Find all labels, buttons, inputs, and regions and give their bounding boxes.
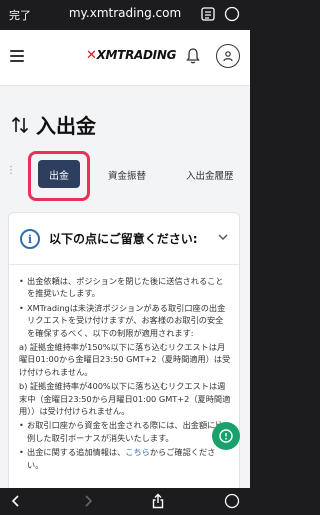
tab-history[interactable]: 入出金履歴 <box>186 168 234 182</box>
avatar-button[interactable] <box>216 44 240 68</box>
user-icon <box>223 51 233 62</box>
notice-item-more-info: 出金に関する追加情報は、こちらからご確認ください。 <box>19 446 231 471</box>
tab-withdraw[interactable]: 出金 <box>38 160 80 188</box>
site-header: ✕XMTRADING <box>0 30 250 86</box>
reader-mode-icon[interactable] <box>200 6 216 22</box>
forward-arrow-icon[interactable] <box>80 493 96 509</box>
notice-sub-item: b) 証拠金維持率が400%以下に落ち込むリクエストは週末中（金曜日23:50か… <box>19 381 231 417</box>
notice-item: 出金依頼は、ポジションを閉じた後に送信されることを推奨いたします。 <box>19 275 231 300</box>
notice-text: 出金に関する追加情報は、 <box>27 447 126 458</box>
notice-item: XMTradingは未決済ポジションがある取引口座の出金リクエストを受け付けます… <box>19 302 231 339</box>
browser-top-bar: 完了 my.xmtrading.com <box>0 0 250 30</box>
here-link[interactable]: こちら <box>125 447 150 457</box>
logo-x-mark: ✕ <box>86 48 97 63</box>
notice-sub-item: a) 証拠金維持率が150%以下に落ち込むリクエストは月曜日01:00から金曜日… <box>19 342 231 377</box>
chat-icon <box>219 429 233 443</box>
notice-body: 出金依頼は、ポジションを閉じた後に送信されることを推奨いたします。 XMTrad… <box>19 275 231 473</box>
notice-item: お取引口座から資金を出金される際には、出金額に比例した取引ボーナスが消失いたしま… <box>19 419 231 444</box>
info-icon: i <box>20 229 40 249</box>
page-title: 入出金 <box>36 114 96 138</box>
back-arrow-icon[interactable] <box>8 493 24 509</box>
web-page: ✕XMTRADING 入出金 ⋮ 出金 資金振替 入出金履歴 i 以下の点にご留… <box>0 30 250 488</box>
share-icon[interactable] <box>150 493 166 509</box>
page-title-row: 入出金 <box>10 110 96 139</box>
bell-icon[interactable] <box>185 47 201 65</box>
xmtrading-logo[interactable]: ✕XMTRADING <box>86 48 176 63</box>
menu-icon[interactable] <box>10 50 24 62</box>
tab-bar: ⋮ 出金 資金振替 入出金履歴 <box>0 148 250 204</box>
chevron-down-icon[interactable] <box>217 231 229 243</box>
logo-text: XMTRADING <box>96 48 177 62</box>
notice-card: i 以下の点にご留意ください: 出金依頼は、ポジションを閉じた後に送信されること… <box>8 212 240 488</box>
chat-support-button[interactable] <box>212 422 240 450</box>
notice-title: 以下の点にご留意ください: <box>49 232 198 246</box>
more-options-icon[interactable] <box>224 6 240 22</box>
swap-arrows-icon <box>11 116 29 133</box>
browser-bottom-bar <box>0 488 250 515</box>
notice-header[interactable]: i 以下の点にご留意ください: <box>9 213 239 265</box>
tab-overflow-indicator: ⋮ <box>6 165 16 176</box>
tab-fund-transfer[interactable]: 資金振替 <box>108 168 146 182</box>
safari-compass-icon[interactable] <box>224 493 240 509</box>
